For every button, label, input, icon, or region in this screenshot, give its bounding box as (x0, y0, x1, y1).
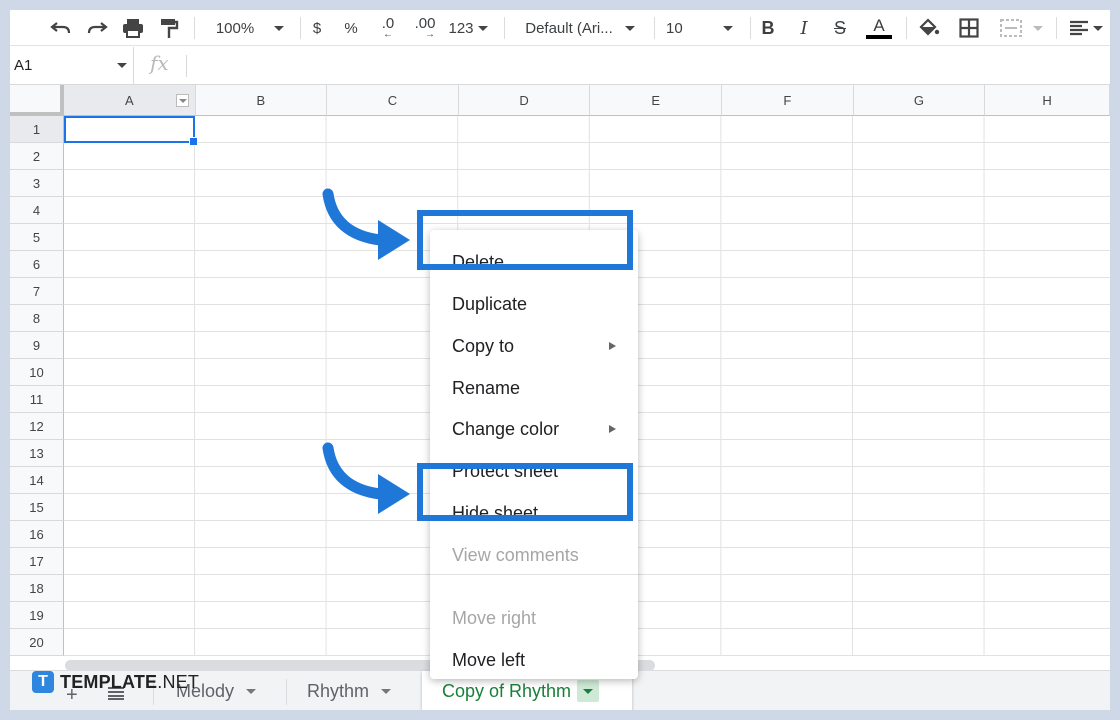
chevron-down-icon (1093, 25, 1103, 31)
chevron-down-icon (274, 25, 285, 31)
zoom-select[interactable]: 100% (210, 16, 290, 40)
submenu-arrow-icon (609, 342, 616, 350)
column-header-f[interactable]: F (722, 85, 854, 116)
column-filter-icon[interactable] (175, 94, 189, 107)
tab-menu-button[interactable] (577, 680, 600, 702)
text-color-swatch (866, 35, 892, 39)
row-header-8[interactable]: 8 (10, 305, 64, 332)
menu-item-change-color[interactable]: Change color (430, 411, 638, 447)
column-header-e[interactable]: E (590, 85, 722, 116)
callout-arrow-icon (322, 442, 410, 514)
fx-icon: fx (150, 51, 169, 75)
row-header-3[interactable]: 3 (10, 170, 64, 197)
paint-format-icon[interactable] (156, 16, 182, 40)
name-box[interactable]: A1 (10, 47, 134, 84)
menu-item-move-right: Move right (452, 607, 537, 628)
spreadsheet-app: 100% $ % .0 ← .00 → 123 Default (Ari... … (10, 10, 1110, 710)
menu-divider (430, 574, 638, 575)
arrow-left-icon: ← (383, 29, 393, 40)
row-header-4[interactable]: 4 (10, 197, 64, 224)
highlight-box-delete (417, 210, 633, 270)
submenu-arrow-icon (609, 425, 616, 433)
menu-item-copy-to[interactable]: Copy to (430, 328, 638, 364)
chevron-down-icon (583, 688, 594, 694)
row-header-17[interactable]: 17 (10, 548, 64, 575)
chevron-down-icon (477, 25, 488, 31)
column-header-d[interactable]: D (458, 85, 591, 116)
undo-icon[interactable] (48, 16, 74, 40)
row-header-12[interactable]: 12 (10, 413, 64, 440)
column-header-h[interactable]: H (985, 85, 1110, 116)
sheet-tab-rhythm[interactable]: Rhythm (307, 671, 427, 710)
bold-button[interactable]: B (758, 16, 778, 40)
chevron-down-icon (117, 63, 127, 68)
formula-bar: A1 fx (10, 47, 1110, 85)
menu-item-move-left[interactable]: Move left (430, 642, 638, 678)
chevron-down-icon (246, 688, 257, 694)
text-color-button[interactable]: A (864, 16, 894, 40)
increase-decimal-button[interactable]: .00 → (410, 16, 440, 40)
row-header-16[interactable]: 16 (10, 521, 64, 548)
align-icon[interactable] (1066, 16, 1106, 40)
borders-icon[interactable] (956, 16, 982, 40)
chevron-down-icon[interactable] (1030, 16, 1046, 40)
chevron-down-icon (722, 25, 733, 31)
select-all-corner[interactable] (10, 85, 64, 116)
active-cell[interactable] (64, 116, 198, 146)
row-header-19[interactable]: 19 (10, 602, 64, 629)
row-header-9[interactable]: 9 (10, 332, 64, 359)
merge-cells-icon[interactable] (996, 16, 1026, 40)
row-header-6[interactable]: 6 (10, 251, 64, 278)
row-header-7[interactable]: 7 (10, 278, 64, 305)
highlight-box-hide-sheet (417, 463, 633, 521)
italic-button[interactable]: I (794, 16, 814, 40)
number-format-select[interactable]: 123 (446, 16, 490, 40)
row-header-18[interactable]: 18 (10, 575, 64, 602)
font-select[interactable]: Default (Ari... (518, 16, 642, 40)
decrease-decimal-button[interactable]: .0 ← (374, 16, 402, 40)
row-header-5[interactable]: 5 (10, 224, 64, 251)
callout-arrow-icon (322, 188, 410, 260)
row-header-2[interactable]: 2 (10, 143, 64, 170)
row-header-10[interactable]: 10 (10, 359, 64, 386)
strikethrough-button[interactable]: S (830, 16, 850, 40)
menu-item-rename[interactable]: Rename (430, 370, 638, 406)
column-header-b[interactable]: B (195, 85, 328, 116)
menu-item-duplicate[interactable]: Duplicate (430, 286, 638, 322)
row-header-11[interactable]: 11 (10, 386, 64, 413)
print-icon[interactable] (120, 16, 146, 40)
template-net-watermark: T TEMPLATE.NET (32, 670, 199, 694)
font-size-select[interactable]: 10 (666, 16, 738, 40)
arrow-right-icon: → (425, 29, 435, 40)
sheet-context-menu: Delete Duplicate Copy to Rename Change c… (430, 230, 638, 679)
template-logo-icon: T (32, 671, 54, 693)
row-header-1[interactable]: 1 (10, 116, 64, 143)
row-header-14[interactable]: 14 (10, 467, 64, 494)
toolbar: 100% $ % .0 ← .00 → 123 Default (Ari... … (10, 10, 1110, 46)
cell-reference: A1 (14, 57, 33, 74)
column-header-g[interactable]: G (853, 85, 986, 116)
column-header-c[interactable]: C (327, 85, 459, 116)
row-header-13[interactable]: 13 (10, 440, 64, 467)
chevron-down-icon (381, 688, 392, 694)
percent-button[interactable]: % (340, 16, 362, 40)
zoom-value: 100% (215, 19, 255, 37)
chevron-down-icon (624, 25, 635, 31)
row-header-20[interactable]: 20 (10, 629, 64, 656)
fill-color-icon[interactable] (916, 16, 942, 40)
row-header-15[interactable]: 15 (10, 494, 64, 521)
column-header-a[interactable]: A (64, 85, 196, 116)
currency-button[interactable]: $ (306, 16, 328, 40)
menu-item-view-comments: View comments (452, 544, 579, 565)
redo-icon[interactable] (84, 16, 110, 40)
